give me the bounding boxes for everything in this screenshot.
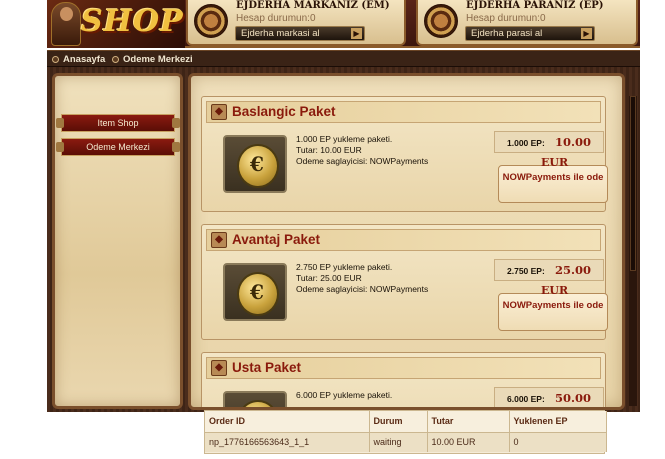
package-description: 2.750 EP yukleme paketi. Tutar: 25.00 EU… [296, 262, 428, 295]
package-title-bar: ◆ Avantaj Paket [206, 229, 601, 251]
package-description: 1.000 EP yukleme paketi. Tutar: 10.00 EU… [296, 134, 428, 167]
package-price-label: 1.000 EP: [507, 138, 545, 148]
table-header-row: Order ID Durum Tutar Yuklenen EP [205, 411, 607, 433]
column-header-loaded-ep: Yuklenen EP [509, 411, 607, 433]
package-list: ◆ Baslangic Paket € 1.000 EP yukleme pak… [188, 73, 625, 410]
dragon-coin-title: EJDERHA PARANIZ (EP) [466, 0, 604, 11]
sidebar-item-label: Item Shop [97, 118, 139, 128]
amount-cell: 10.00 EUR [427, 432, 510, 452]
buy-dragon-mark-label: Ejderha markasi al [241, 28, 320, 39]
breadcrumb-nav: Anasayfa Odeme Merkezi [47, 50, 640, 67]
pay-button-label: NOWPayments ile ode [502, 300, 604, 311]
euro-coin-icon: € [223, 263, 287, 321]
dragon-mark-title: EJDERHA MARKANIZ (EM) [236, 0, 390, 11]
euro-coin-icon: € [223, 391, 287, 407]
scroll-thumb[interactable] [630, 96, 636, 271]
package-desc-line: Odeme saglayicisi: NOWPayments [296, 284, 429, 294]
package-desc-line: Odeme saglayicisi: NOWPayments [296, 156, 429, 166]
table-row: np_1776166563643_1_1 waiting 10.00 EUR 0 [205, 432, 607, 452]
package-currency: EUR [541, 156, 569, 169]
dragon-mark-panel: EJDERHA MARKANIZ (EM) Hesap durumun:0 Ej… [186, 0, 406, 46]
status-label: Hesap durumun: [236, 13, 310, 24]
dragon-mark-status: Hesap durumun:0 [236, 13, 316, 24]
package-card: ◆ Baslangic Paket € 1.000 EP yukleme pak… [201, 96, 608, 212]
package-desc-line: Tutar: 10.00 EUR [296, 145, 362, 155]
logo-text: SHOP [81, 4, 184, 39]
sidebar-item-item-shop[interactable]: Item Shop [56, 114, 180, 132]
pay-button-label: NOWPayments ile ode [502, 172, 604, 183]
status-value: 0 [309, 13, 316, 24]
package-title: Avantaj Paket [232, 232, 321, 247]
dragon-emblem-icon [194, 4, 228, 38]
bullet-icon [112, 56, 119, 63]
package-card: ◆ Avantaj Paket € 2.750 EP yukleme paket… [201, 224, 608, 340]
pay-button[interactable]: NOWPayments ile ode [498, 165, 608, 203]
package-title-bar: ◆ Usta Paket [206, 357, 601, 379]
package-price-value: 10.00 [555, 135, 592, 149]
package-price-box: 1.000 EP: 10.00 [494, 131, 604, 153]
orders-table: Order ID Durum Tutar Yuklenen EP np_1776… [204, 410, 607, 454]
bullet-icon [52, 56, 59, 63]
shop-header: SHOP EJDERHA MARKANIZ (EM) Hesap durumun… [47, 0, 640, 48]
order-id-cell: np_1776166563643_1_1 [205, 432, 370, 452]
package-price-value: 25.00 [555, 263, 592, 277]
arrow-right-icon: ▶ [351, 28, 362, 39]
nav-home[interactable]: Anasayfa [52, 54, 105, 65]
nav-payment-center-label: Odeme Merkezi [123, 54, 193, 65]
sidebar-item-label: Odeme Merkezi [86, 142, 150, 152]
package-price-label: 6.000 EP: [507, 394, 545, 404]
package-desc-line: Tutar: 25.00 EUR [296, 273, 362, 283]
column-header-order-id: Order ID [205, 411, 370, 433]
warrior-avatar-icon [51, 2, 81, 46]
euro-coin-icon: € [223, 135, 287, 193]
package-price-box: 6.000 EP: 50.00 [494, 387, 604, 407]
package-price-value: 50.00 [555, 391, 592, 405]
package-card: ◆ Usta Paket € 6.000 EP yukleme paketi. … [201, 352, 606, 407]
sidebar-item-payment-center[interactable]: Odeme Merkezi [56, 138, 180, 156]
package-price-box: 2.750 EP: 25.00 [494, 259, 604, 281]
package-price-label: 2.750 EP: [507, 266, 545, 276]
package-title-bar: ◆ Baslangic Paket [206, 101, 601, 123]
status-cell: waiting [369, 432, 428, 452]
package-description: 6.000 EP yukleme paketi. [296, 390, 392, 401]
scrollbar[interactable] [629, 96, 637, 406]
column-header-status: Durum [369, 411, 428, 433]
package-title: Baslangic Paket [232, 104, 336, 119]
buy-dragon-coin-button[interactable]: Ejderha parasi al ▶ [465, 26, 595, 41]
package-desc-line: 1.000 EP yukleme paketi. [296, 134, 393, 144]
status-label: Hesap durumun: [466, 13, 540, 24]
main-frame: Item Shop Odeme Merkezi ◆ Baslangic Pake… [47, 67, 640, 412]
status-value: 0 [539, 13, 546, 24]
sidebar: Item Shop Odeme Merkezi [52, 73, 183, 409]
shop-logo[interactable]: SHOP [47, 0, 185, 48]
arrow-right-icon: ▶ [581, 28, 592, 39]
column-header-amount: Tutar [427, 411, 510, 433]
nav-payment-center[interactable]: Odeme Merkezi [112, 54, 193, 65]
dragon-coin-panel: EJDERHA PARANIZ (EP) Hesap durumun:0 Ejd… [416, 0, 638, 46]
dragon-coin-status: Hesap durumun:0 [466, 13, 546, 24]
package-currency: EUR [541, 284, 569, 297]
nav-home-label: Anasayfa [63, 54, 106, 65]
package-bullet-icon: ◆ [211, 104, 227, 120]
package-desc-line: 2.750 EP yukleme paketi. [296, 262, 393, 272]
buy-dragon-coin-label: Ejderha parasi al [471, 28, 543, 39]
pay-button[interactable]: NOWPayments ile ode [498, 293, 608, 331]
package-bullet-icon: ◆ [211, 360, 227, 376]
package-bullet-icon: ◆ [211, 232, 227, 248]
dragon-emblem-icon [424, 4, 458, 38]
package-desc-line: 6.000 EP yukleme paketi. [296, 390, 393, 400]
buy-dragon-mark-button[interactable]: Ejderha markasi al ▶ [235, 26, 365, 41]
package-title: Usta Paket [232, 360, 302, 375]
loaded-ep-cell: 0 [509, 432, 607, 452]
